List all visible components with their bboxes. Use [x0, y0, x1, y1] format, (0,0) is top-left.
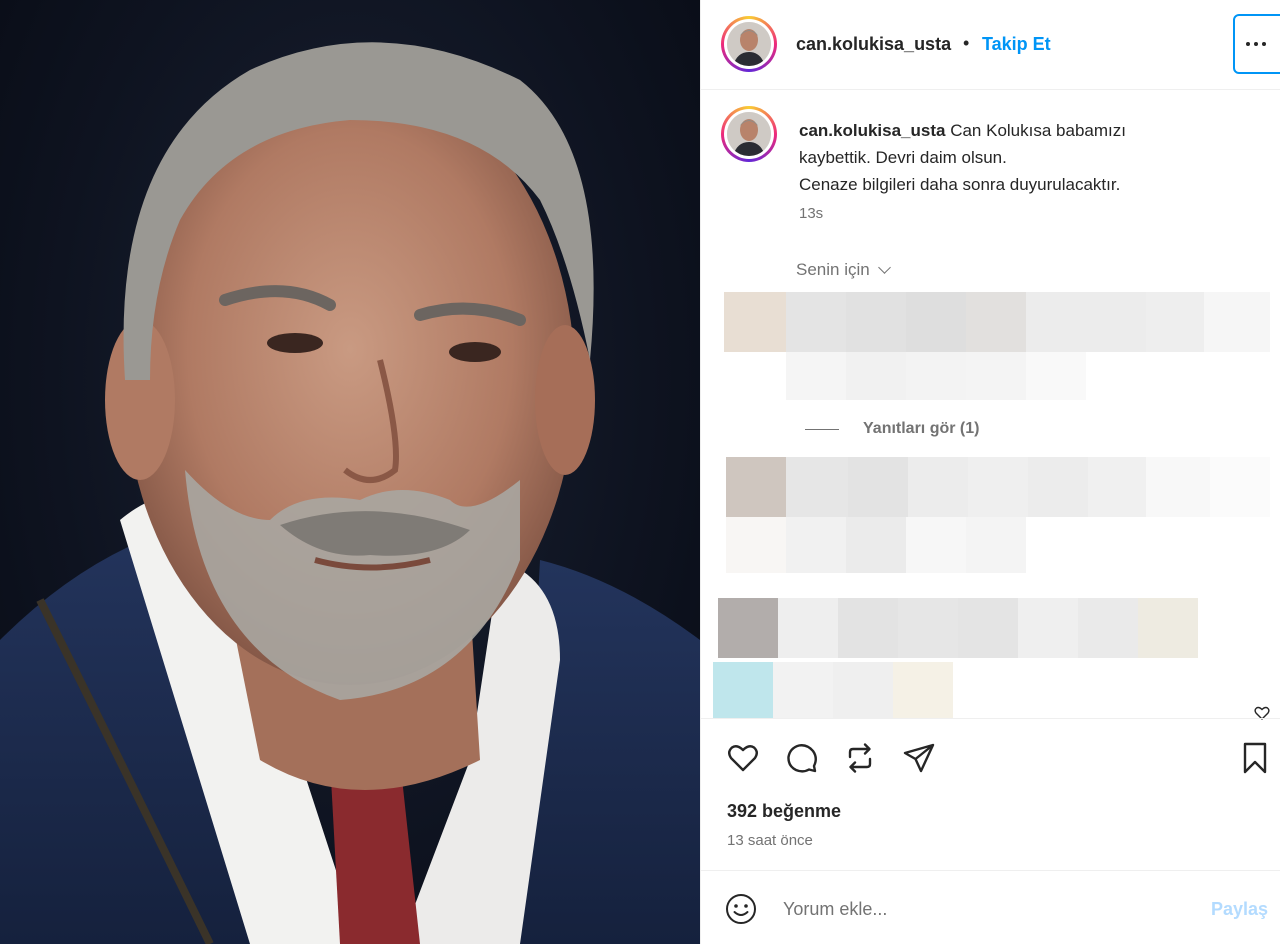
- replies-divider: [805, 428, 839, 430]
- comment-filter-label: Senin için: [796, 260, 870, 279]
- like-button[interactable]: [725, 740, 761, 776]
- like-count[interactable]: 392 beğenme: [727, 801, 841, 822]
- post-header: can.kolukisa_usta • Takip Et: [701, 0, 1280, 90]
- post-photo[interactable]: [0, 0, 700, 944]
- repost-icon: [848, 743, 872, 773]
- caption-username[interactable]: can.kolukisa_usta: [799, 121, 945, 140]
- bookmark-icon: [1243, 742, 1267, 774]
- more-dot-icon: [1262, 42, 1266, 46]
- header-username[interactable]: can.kolukisa_usta: [796, 34, 951, 55]
- follow-button[interactable]: Takip Et: [982, 34, 1051, 55]
- post-side-panel: can.kolukisa_usta • Takip Et can.kolukis…: [700, 0, 1280, 944]
- blurred-comment: [724, 292, 1270, 352]
- chevron-down-icon: [877, 260, 891, 274]
- emoji-icon[interactable]: [725, 893, 757, 925]
- more-options-button[interactable]: [1233, 14, 1280, 74]
- portrait-image: [0, 42, 700, 944]
- post-actions: 392 beğenme 13 saat önce: [701, 718, 1280, 870]
- comment-button[interactable]: [784, 740, 820, 776]
- avatar[interactable]: [721, 16, 777, 72]
- more-dot-icon: [1246, 42, 1250, 46]
- view-replies-label: Yanıtları gör (1): [863, 420, 980, 437]
- share-button[interactable]: [901, 740, 937, 776]
- caption-text-line1: Can Kolukısa babamızı: [950, 121, 1126, 140]
- caption-text-line3: Cenaze bilgileri daha sonra duyurulacakt…: [799, 175, 1121, 194]
- blurred-comment-line: [713, 662, 953, 718]
- blurred-comment-line: [786, 352, 1086, 400]
- heart-icon: [728, 745, 758, 772]
- save-button[interactable]: [1237, 740, 1273, 776]
- blurred-comment-line: [726, 517, 1026, 573]
- caption-text-line2: kaybettik. Devri daim olsun.: [799, 148, 1007, 167]
- post-caption: can.kolukisa_usta Can Kolukısa babamızı …: [799, 117, 1239, 198]
- view-replies-button[interactable]: Yanıtları gör (1): [805, 420, 979, 438]
- repost-button[interactable]: [842, 740, 878, 776]
- share-icon: [903, 743, 935, 773]
- header-separator: •: [963, 33, 970, 53]
- comment-input[interactable]: [783, 893, 1183, 925]
- blurred-comment: [718, 598, 1198, 658]
- comment-icon: [787, 744, 817, 773]
- caption-avatar[interactable]: [721, 106, 777, 162]
- comment-composer: Paylaş: [701, 870, 1280, 944]
- post-timestamp[interactable]: 13 saat önce: [727, 832, 813, 849]
- post-comment-button[interactable]: Paylaş: [1211, 899, 1268, 920]
- more-dot-icon: [1254, 42, 1258, 46]
- blurred-comment: [726, 457, 1270, 517]
- comment-filter-dropdown[interactable]: Senin için: [796, 260, 891, 280]
- caption-timestamp[interactable]: 13s: [799, 205, 823, 222]
